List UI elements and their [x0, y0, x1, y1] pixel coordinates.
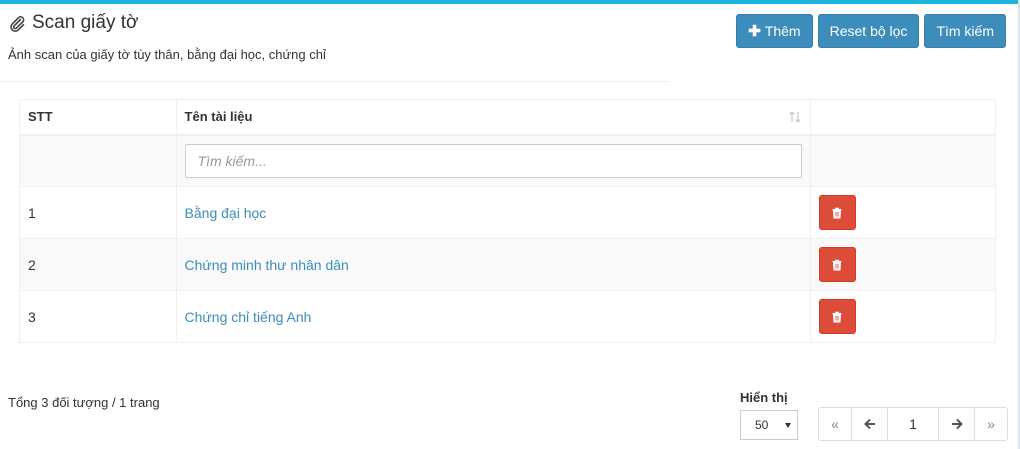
arrow-right-icon — [951, 418, 963, 430]
table-row: 3 Chứng chỉ tiếng Anh — [19, 290, 997, 343]
page-number-input[interactable]: 1 — [887, 407, 939, 441]
page-size-value: 50 — [755, 418, 769, 432]
delete-button[interactable] — [818, 247, 856, 282]
pagination: « 1 » — [818, 407, 1008, 441]
double-chevron-right-icon: » — [987, 416, 995, 432]
add-button-label: Thêm — [764, 23, 801, 39]
row-actions-cell — [809, 290, 997, 343]
column-header-name[interactable]: Tên tài liệu — [175, 99, 811, 136]
row-stt: 1 — [19, 186, 177, 239]
paperclip-icon — [8, 14, 26, 32]
trash-icon — [832, 259, 842, 270]
table-header-row: STT Tên tài liệu — [19, 99, 997, 136]
sort-icon[interactable] — [788, 110, 802, 124]
table-row: 2 Chứng minh thư nhân dân — [19, 238, 997, 291]
header-divider — [0, 81, 668, 82]
row-name-cell: Chứng minh thư nhân dân — [175, 238, 811, 291]
documents-table: STT Tên tài liệu 1 Bằng đại học 2 Chứng … — [19, 99, 997, 343]
chevron-down-icon — [785, 422, 791, 428]
last-page-button[interactable]: » — [974, 407, 1008, 441]
filter-cell-actions — [809, 134, 997, 187]
name-search-input[interactable] — [184, 143, 802, 178]
document-link[interactable]: Chứng minh thư nhân dân — [185, 257, 349, 273]
top-accent-bar — [0, 0, 1020, 4]
trash-icon — [832, 207, 842, 218]
page-size-select[interactable]: 50 — [740, 410, 798, 440]
page-title-row: Scan giấy tờ — [8, 12, 326, 34]
row-name-cell: Bằng đại học — [175, 186, 811, 239]
reset-filter-button[interactable]: Reset bộ lọc — [817, 14, 920, 48]
row-name-cell: Chứng chỉ tiếng Anh — [175, 290, 811, 343]
page-size-label: Hiển thị — [740, 390, 788, 405]
page-title: Scan giấy tờ — [32, 12, 139, 33]
filter-cell-stt — [19, 134, 177, 187]
row-stt: 3 — [19, 290, 177, 343]
column-header-stt[interactable]: STT — [19, 99, 177, 136]
filter-row — [19, 134, 997, 187]
next-page-button[interactable] — [938, 407, 975, 441]
double-chevron-left-icon: « — [831, 416, 839, 432]
first-page-button[interactable]: « — [818, 407, 852, 441]
delete-button[interactable] — [818, 299, 856, 334]
add-button[interactable]: ✚ Thêm — [736, 14, 813, 48]
page-size-control: Hiển thị 50 — [740, 390, 798, 440]
document-link[interactable]: Chứng chỉ tiếng Anh — [185, 309, 312, 325]
total-count-text: Tổng 3 đối tượng / 1 trang — [8, 395, 160, 410]
trash-icon — [832, 311, 842, 322]
toolbar: ✚ Thêm Reset bộ lọc Tìm kiếm — [736, 14, 1006, 48]
column-header-actions — [809, 99, 997, 136]
delete-button[interactable] — [818, 195, 856, 230]
arrow-left-icon — [863, 418, 875, 430]
page-subtitle: Ảnh scan của giấy tờ tùy thân, bằng đại … — [8, 47, 326, 62]
prev-page-button[interactable] — [851, 407, 888, 441]
column-header-name-label: Tên tài liệu — [184, 109, 253, 125]
document-link[interactable]: Bằng đại học — [185, 205, 267, 221]
plus-icon: ✚ — [748, 23, 761, 40]
row-actions-cell — [809, 186, 997, 239]
search-button[interactable]: Tìm kiếm — [924, 14, 1006, 48]
page-header: Scan giấy tờ Ảnh scan của giấy tờ tùy th… — [8, 12, 326, 62]
filter-cell-name — [175, 134, 811, 187]
row-actions-cell — [809, 238, 997, 291]
row-stt: 2 — [19, 238, 177, 291]
table-row: 1 Bằng đại học — [19, 186, 997, 239]
